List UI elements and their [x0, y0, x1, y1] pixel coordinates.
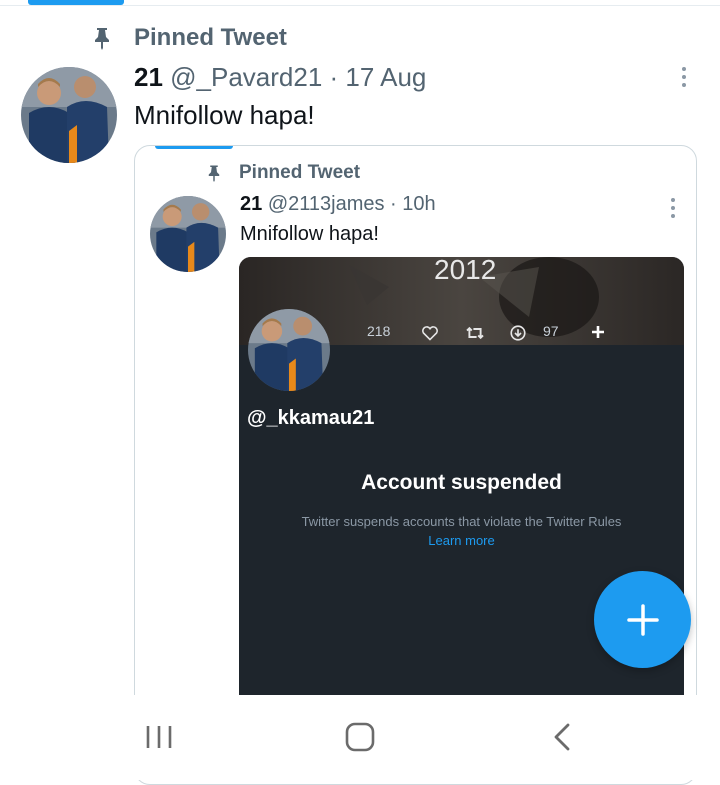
quoted-avatar[interactable] — [150, 196, 226, 272]
tweet-text: Mnifollow hapa! — [134, 100, 315, 130]
more-icon[interactable] — [682, 67, 686, 91]
pin-icon — [95, 28, 109, 50]
downloads-count: 97 — [543, 323, 559, 339]
heart-icon — [422, 326, 438, 341]
divider — [0, 5, 720, 6]
avatar[interactable] — [21, 67, 117, 163]
home-icon — [345, 722, 375, 752]
quoted-tweet-card[interactable]: Pinned Tweet 21 @2113james · 10h Mnifoll… — [134, 145, 697, 785]
download-icon — [510, 325, 526, 341]
compose-icon — [626, 603, 659, 636]
pinned-label: Pinned Tweet — [134, 24, 287, 51]
avatar-image — [248, 309, 330, 391]
retweet-icon — [466, 326, 484, 340]
recent-apps-icon — [146, 726, 172, 748]
quoted-header: 21 @2113james · 10h — [240, 193, 436, 216]
back-icon — [554, 723, 570, 751]
recent-apps-button[interactable] — [139, 721, 179, 753]
suspended-profile-avatar — [248, 309, 330, 391]
home-button[interactable] — [340, 721, 380, 753]
handle-and-time: @_Pavard21 · 17 Aug — [170, 62, 427, 92]
system-nav-bar — [0, 695, 720, 780]
tweet-header: 21 @_Pavard21 · 17 Aug — [134, 62, 426, 93]
pin-icon — [208, 165, 220, 182]
quoted-handle-and-time: @2113james · 10h — [267, 193, 436, 215]
suspended-profile-handle: @_kkamau21 — [247, 407, 375, 429]
avatar-image — [150, 196, 226, 272]
quoted-display-name[interactable]: 21 — [240, 193, 262, 215]
avatar-image — [21, 67, 117, 163]
display-name[interactable]: 21 — [134, 62, 163, 92]
likes-count: 218 — [367, 323, 391, 339]
card-indicator — [155, 146, 233, 149]
suspended-description: Twitter suspends accounts that violate t… — [301, 514, 622, 529]
compose-button[interactable] — [594, 571, 691, 668]
pinned-header: Pinned Tweet — [90, 24, 287, 52]
pinned-label: Pinned Tweet — [239, 162, 361, 183]
quoted-pinned-header: Pinned Tweet — [205, 162, 360, 184]
suspended-title: Account suspended — [361, 471, 562, 494]
banner-year-text: 2012 — [434, 257, 497, 285]
quoted-text: Mnifollow hapa! — [240, 223, 379, 245]
more-icon[interactable] — [671, 198, 675, 222]
back-button[interactable] — [542, 721, 582, 753]
plus-icon — [592, 326, 604, 338]
learn-more-link[interactable]: Learn more — [239, 533, 684, 548]
